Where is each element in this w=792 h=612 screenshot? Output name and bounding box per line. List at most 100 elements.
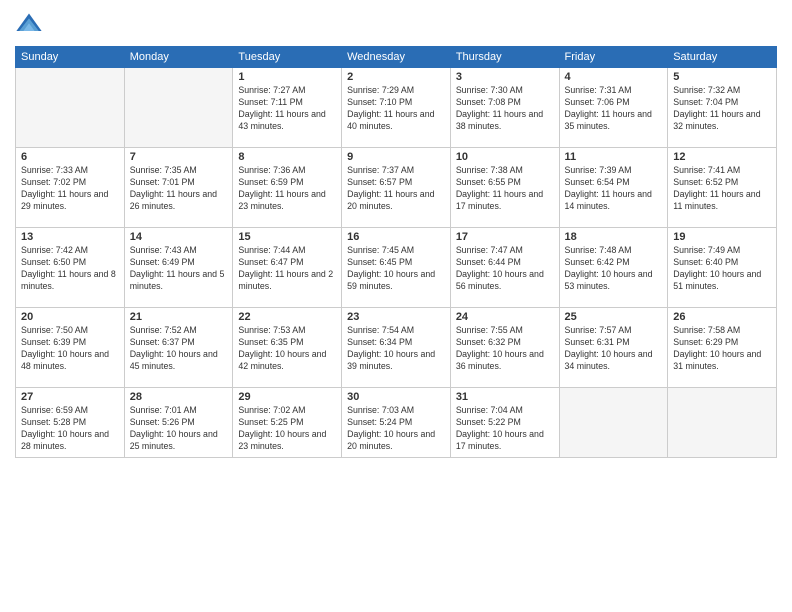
calendar-cell: 17 Sunrise: 7:47 AM Sunset: 6:44 PM Dayli… — [450, 228, 559, 308]
day-number: 28 — [130, 391, 228, 403]
logo-icon — [15, 10, 43, 38]
cell-content: Sunrise: 7:43 AM Sunset: 6:49 PM Dayligh… — [130, 245, 228, 293]
calendar-week-3: 13Sunrise: 7:42 AM Sunset: 6:50 PM Dayli… — [16, 228, 777, 308]
day-number: 6 — [21, 151, 119, 163]
calendar-header-monday: Monday — [124, 47, 233, 68]
calendar-cell: 7Sunrise: 7:35 AM Sunset: 7:01 PM Daylig… — [124, 148, 233, 228]
day-number: 31 — [456, 391, 554, 403]
day-number: 27 — [21, 391, 119, 403]
day-number: 15 — [238, 231, 336, 243]
logo — [15, 10, 47, 38]
cell-content: Sunrise: 7:02 AM Sunset: 5:25 PM Dayligh… — [238, 405, 336, 453]
cell-content: Sunrise: 7:39 AM Sunset: 6:54 PM Dayligh… — [565, 165, 663, 213]
cell-content: Sunrise: 7:37 AM Sunset: 6:57 PM Dayligh… — [347, 165, 445, 213]
page: SundayMondayTuesdayWednesdayThursdayFrid… — [0, 0, 792, 612]
day-number: 14 — [130, 231, 228, 243]
day-number: 29 — [238, 391, 336, 403]
calendar-cell: 16 Sunrise: 7:45 AM Sunset: 6:45 PM Dayli… — [342, 228, 451, 308]
calendar-header-sunday: Sunday — [16, 47, 125, 68]
cell-content: Sunrise: 7:31 AM Sunset: 7:06 PM Dayligh… — [565, 85, 663, 133]
day-number: 3 — [456, 71, 554, 83]
cell-content: Sunrise: 7:45 AM Sunset: 6:45 PM Dayligh… — [347, 245, 445, 293]
cell-content: Sunrise: 7:48 AM Sunset: 6:42 PM Dayligh… — [565, 245, 663, 293]
day-number: 30 — [347, 391, 445, 403]
day-number: 19 — [673, 231, 771, 243]
calendar-cell: 4 Sunrise: 7:31 AM Sunset: 7:06 PM Daylig… — [559, 68, 668, 148]
header — [15, 10, 777, 38]
day-number: 9 — [347, 151, 445, 163]
day-number: 24 — [456, 311, 554, 323]
cell-content: Sunrise: 7:58 AM Sunset: 6:29 PM Dayligh… — [673, 325, 771, 373]
calendar-header-tuesday: Tuesday — [233, 47, 342, 68]
day-number: 17 — [456, 231, 554, 243]
calendar-cell: 1Sunrise: 7:27 AM Sunset: 7:11 PM Daylig… — [233, 68, 342, 148]
cell-content: Sunrise: 7:38 AM Sunset: 6:55 PM Dayligh… — [456, 165, 554, 213]
calendar-cell: 9 Sunrise: 7:37 AM Sunset: 6:57 PM Daylig… — [342, 148, 451, 228]
calendar-cell: 18 Sunrise: 7:48 AM Sunset: 6:42 PM Dayli… — [559, 228, 668, 308]
calendar-header-wednesday: Wednesday — [342, 47, 451, 68]
cell-content: Sunrise: 6:59 AM Sunset: 5:28 PM Dayligh… — [21, 405, 119, 453]
cell-content: Sunrise: 7:32 AM Sunset: 7:04 PM Dayligh… — [673, 85, 771, 133]
calendar-cell — [559, 388, 668, 458]
cell-content: Sunrise: 7:52 AM Sunset: 6:37 PM Dayligh… — [130, 325, 228, 373]
cell-content: Sunrise: 7:33 AM Sunset: 7:02 PM Dayligh… — [21, 165, 119, 213]
calendar-cell: 15 Sunrise: 7:44 AM Sunset: 6:47 PM Dayli… — [233, 228, 342, 308]
calendar-cell: 19 Sunrise: 7:49 AM Sunset: 6:40 PM Dayli… — [668, 228, 777, 308]
calendar-header-row: SundayMondayTuesdayWednesdayThursdayFrid… — [16, 47, 777, 68]
cell-content: Sunrise: 7:53 AM Sunset: 6:35 PM Dayligh… — [238, 325, 336, 373]
day-number: 8 — [238, 151, 336, 163]
cell-content: Sunrise: 7:41 AM Sunset: 6:52 PM Dayligh… — [673, 165, 771, 213]
cell-content: Sunrise: 7:50 AM Sunset: 6:39 PM Dayligh… — [21, 325, 119, 373]
calendar-week-1: 1Sunrise: 7:27 AM Sunset: 7:11 PM Daylig… — [16, 68, 777, 148]
calendar-cell: 2 Sunrise: 7:29 AM Sunset: 7:10 PM Daylig… — [342, 68, 451, 148]
calendar-header-thursday: Thursday — [450, 47, 559, 68]
cell-content: Sunrise: 7:30 AM Sunset: 7:08 PM Dayligh… — [456, 85, 554, 133]
day-number: 18 — [565, 231, 663, 243]
cell-content: Sunrise: 7:55 AM Sunset: 6:32 PM Dayligh… — [456, 325, 554, 373]
day-number: 23 — [347, 311, 445, 323]
cell-content: Sunrise: 7:42 AM Sunset: 6:50 PM Dayligh… — [21, 245, 119, 293]
calendar-cell: 29 Sunrise: 7:02 AM Sunset: 5:25 PM Dayli… — [233, 388, 342, 458]
cell-content: Sunrise: 7:36 AM Sunset: 6:59 PM Dayligh… — [238, 165, 336, 213]
cell-content: Sunrise: 7:49 AM Sunset: 6:40 PM Dayligh… — [673, 245, 771, 293]
day-number: 10 — [456, 151, 554, 163]
calendar-cell: 26 Sunrise: 7:58 AM Sunset: 6:29 PM Dayli… — [668, 308, 777, 388]
calendar-cell: 25Sunrise: 7:57 AM Sunset: 6:31 PM Dayli… — [559, 308, 668, 388]
cell-content: Sunrise: 7:27 AM Sunset: 7:11 PM Dayligh… — [238, 85, 336, 133]
calendar-week-2: 6 Sunrise: 7:33 AM Sunset: 7:02 PM Daylig… — [16, 148, 777, 228]
day-number: 22 — [238, 311, 336, 323]
calendar-cell: 10 Sunrise: 7:38 AM Sunset: 6:55 PM Dayli… — [450, 148, 559, 228]
day-number: 16 — [347, 231, 445, 243]
day-number: 11 — [565, 151, 663, 163]
calendar-cell — [16, 68, 125, 148]
calendar-cell — [668, 388, 777, 458]
calendar-cell: 3 Sunrise: 7:30 AM Sunset: 7:08 PM Daylig… — [450, 68, 559, 148]
calendar-cell: 5 Sunrise: 7:32 AM Sunset: 7:04 PM Daylig… — [668, 68, 777, 148]
calendar-cell: 31 Sunrise: 7:04 AM Sunset: 5:22 PM Dayli… — [450, 388, 559, 458]
cell-content: Sunrise: 7:04 AM Sunset: 5:22 PM Dayligh… — [456, 405, 554, 453]
cell-content: Sunrise: 7:44 AM Sunset: 6:47 PM Dayligh… — [238, 245, 336, 293]
day-number: 4 — [565, 71, 663, 83]
calendar-header-friday: Friday — [559, 47, 668, 68]
calendar-cell: 12 Sunrise: 7:41 AM Sunset: 6:52 PM Dayli… — [668, 148, 777, 228]
calendar-cell: 27 Sunrise: 6:59 AM Sunset: 5:28 PM Dayli… — [16, 388, 125, 458]
calendar-cell — [124, 68, 233, 148]
cell-content: Sunrise: 7:54 AM Sunset: 6:34 PM Dayligh… — [347, 325, 445, 373]
calendar-cell: 11 Sunrise: 7:39 AM Sunset: 6:54 PM Dayli… — [559, 148, 668, 228]
calendar-cell: 20Sunrise: 7:50 AM Sunset: 6:39 PM Dayli… — [16, 308, 125, 388]
calendar-cell: 23 Sunrise: 7:54 AM Sunset: 6:34 PM Dayli… — [342, 308, 451, 388]
calendar-header-saturday: Saturday — [668, 47, 777, 68]
calendar-cell: 24 Sunrise: 7:55 AM Sunset: 6:32 PM Dayli… — [450, 308, 559, 388]
calendar-week-5: 27 Sunrise: 6:59 AM Sunset: 5:28 PM Dayli… — [16, 388, 777, 458]
calendar-cell: 22 Sunrise: 7:53 AM Sunset: 6:35 PM Dayli… — [233, 308, 342, 388]
calendar-cell: 14 Sunrise: 7:43 AM Sunset: 6:49 PM Dayli… — [124, 228, 233, 308]
day-number: 7 — [130, 151, 228, 163]
day-number: 26 — [673, 311, 771, 323]
calendar-table: SundayMondayTuesdayWednesdayThursdayFrid… — [15, 46, 777, 458]
day-number: 2 — [347, 71, 445, 83]
day-number: 12 — [673, 151, 771, 163]
day-number: 25 — [565, 311, 663, 323]
day-number: 5 — [673, 71, 771, 83]
cell-content: Sunrise: 7:47 AM Sunset: 6:44 PM Dayligh… — [456, 245, 554, 293]
cell-content: Sunrise: 7:29 AM Sunset: 7:10 PM Dayligh… — [347, 85, 445, 133]
